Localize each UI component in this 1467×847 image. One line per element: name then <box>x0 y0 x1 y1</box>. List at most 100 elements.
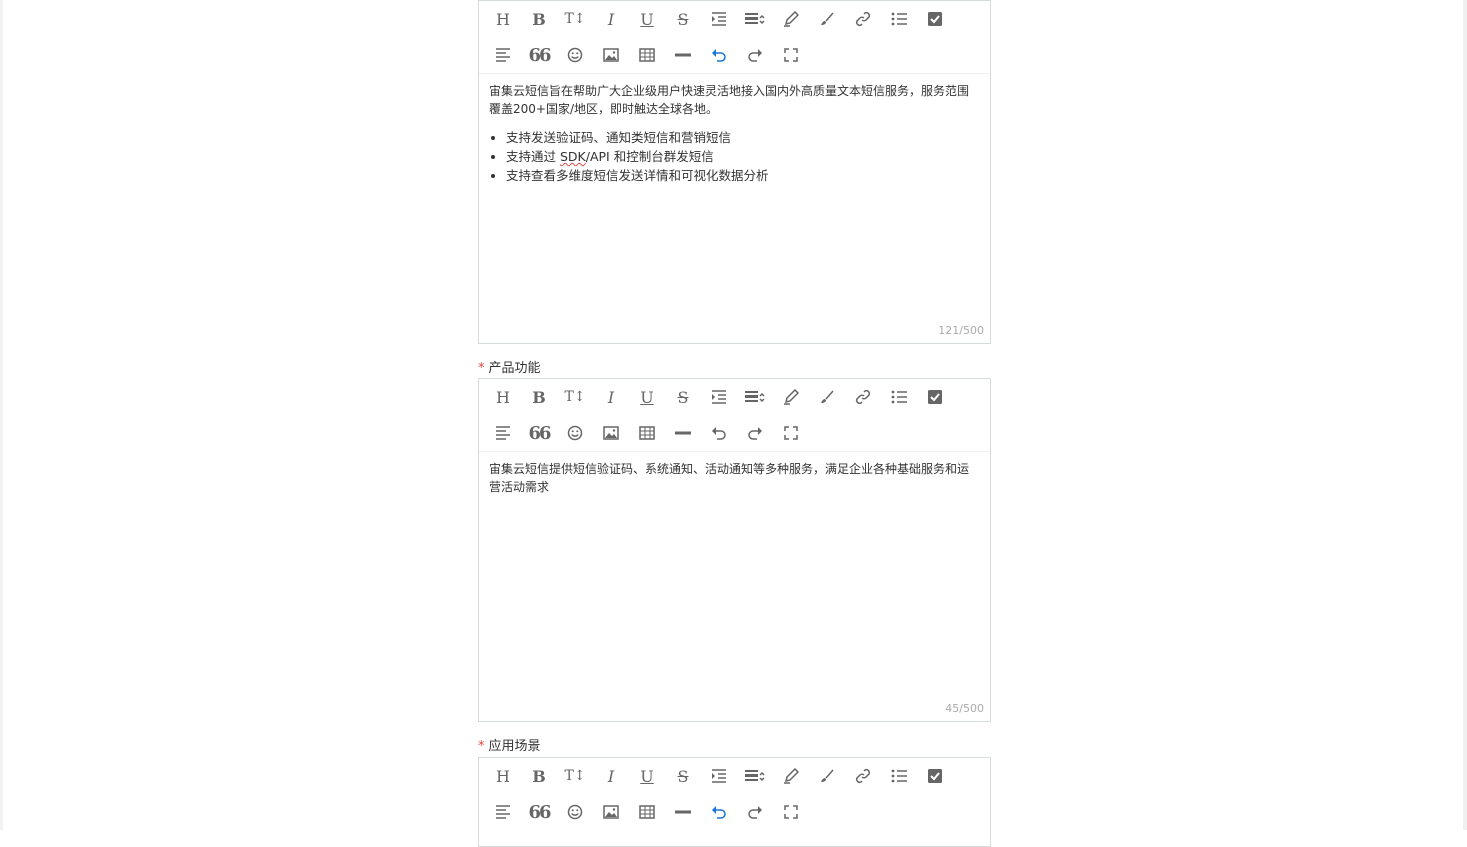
divider-button[interactable] <box>665 794 701 830</box>
strikethrough-button[interactable]: S <box>665 758 701 794</box>
fullscreen-button[interactable] <box>773 794 809 830</box>
font-size-button[interactable]: T↕ <box>557 758 593 794</box>
bold-button[interactable]: B <box>521 758 557 794</box>
indent-icon <box>711 12 727 26</box>
image-button[interactable] <box>593 37 629 73</box>
undo-button[interactable] <box>701 794 737 830</box>
italic-button[interactable]: I <box>593 379 629 415</box>
divider-button[interactable] <box>665 37 701 73</box>
brush-button[interactable] <box>809 1 845 37</box>
divider-icon <box>675 431 691 435</box>
emoji-button[interactable] <box>557 37 593 73</box>
image-icon <box>603 805 619 819</box>
image-button[interactable] <box>593 415 629 451</box>
table-button[interactable] <box>629 794 665 830</box>
link-button[interactable] <box>845 758 881 794</box>
checkbox-icon <box>927 768 943 784</box>
table-button[interactable] <box>629 415 665 451</box>
quote-button[interactable]: 66 <box>521 37 557 73</box>
editor-toolbar: H B T↕ I U S 66 <box>479 379 990 451</box>
align-button[interactable] <box>485 794 521 830</box>
quote-button[interactable]: 66 <box>521 415 557 451</box>
line-height-icon <box>745 770 765 782</box>
bullet-list: 支持发送验证码、通知类短信和营销短信 支持通过 SDK/API 和控制台群发短信… <box>489 128 980 185</box>
list-button[interactable] <box>881 379 917 415</box>
toolbar-row: 66 <box>485 37 809 73</box>
list-button[interactable] <box>881 758 917 794</box>
redo-icon <box>747 48 763 62</box>
fullscreen-icon <box>784 48 798 62</box>
editor-content[interactable]: 宙集云短信提供短信验证码、系统通知、活动通知等多种服务，满足企业各种基础服务和运… <box>479 451 990 723</box>
fullscreen-icon <box>784 805 798 819</box>
editor-content[interactable]: 宙集云短信旨在帮助广大企业级用户快速灵活地接入国内外高质量文本短信服务，服务范围… <box>479 73 990 345</box>
line-height-button[interactable] <box>737 379 773 415</box>
pen-color-button[interactable] <box>773 758 809 794</box>
checkbox-button[interactable] <box>917 758 953 794</box>
fullscreen-button[interactable] <box>773 37 809 73</box>
right-scrollbar-track[interactable] <box>1463 0 1467 830</box>
indent-button[interactable] <box>701 1 737 37</box>
divider-icon <box>675 53 691 57</box>
redo-button[interactable] <box>737 37 773 73</box>
undo-button[interactable] <box>701 37 737 73</box>
brush-button[interactable] <box>809 379 845 415</box>
emoji-icon <box>567 425 583 441</box>
list-icon <box>891 390 907 404</box>
strikethrough-button[interactable]: S <box>665 1 701 37</box>
quote-button[interactable]: 66 <box>521 794 557 830</box>
line-height-button[interactable] <box>737 758 773 794</box>
line-height-button[interactable] <box>737 1 773 37</box>
list-item: 支持查看多维度短信发送详情和可视化数据分析 <box>506 166 980 185</box>
underline-button[interactable]: U <box>629 758 665 794</box>
quote-icon: 66 <box>528 801 551 823</box>
brush-button[interactable] <box>809 758 845 794</box>
rich-text-editor-description[interactable]: H B T↕ I U S 66 宙集云短信旨在帮助广大企业级用户快速灵活地接入国内外高质量文… <box>478 0 991 344</box>
emoji-button[interactable] <box>557 415 593 451</box>
quote-icon: 66 <box>528 422 551 444</box>
bold-button[interactable]: B <box>521 1 557 37</box>
list-button[interactable] <box>881 1 917 37</box>
pen-color-button[interactable] <box>773 379 809 415</box>
underline-button[interactable]: U <box>629 1 665 37</box>
undo-icon <box>711 48 727 62</box>
strikethrough-button[interactable]: S <box>665 379 701 415</box>
heading-button[interactable]: H <box>485 379 521 415</box>
brush-icon <box>819 768 835 784</box>
font-size-icon: T↕ <box>564 768 586 784</box>
indent-button[interactable] <box>701 758 737 794</box>
link-button[interactable] <box>845 1 881 37</box>
align-icon <box>495 805 511 819</box>
image-icon <box>603 426 619 440</box>
redo-button[interactable] <box>737 415 773 451</box>
indent-icon <box>711 390 727 404</box>
table-button[interactable] <box>629 37 665 73</box>
link-button[interactable] <box>845 379 881 415</box>
align-button[interactable] <box>485 37 521 73</box>
italic-button[interactable]: I <box>593 758 629 794</box>
heading-button[interactable]: H <box>485 1 521 37</box>
font-size-button[interactable]: T↕ <box>557 1 593 37</box>
divider-button[interactable] <box>665 415 701 451</box>
emoji-button[interactable] <box>557 794 593 830</box>
image-icon <box>603 48 619 62</box>
undo-button[interactable] <box>701 415 737 451</box>
font-size-button[interactable]: T↕ <box>557 379 593 415</box>
pen-color-button[interactable] <box>773 1 809 37</box>
underline-button[interactable]: U <box>629 379 665 415</box>
link-icon <box>855 11 871 27</box>
bold-button[interactable]: B <box>521 379 557 415</box>
editor-toolbar: H B T↕ I U S 66 <box>479 758 990 830</box>
checkbox-button[interactable] <box>917 1 953 37</box>
required-asterisk: * <box>478 739 485 754</box>
redo-button[interactable] <box>737 794 773 830</box>
italic-button[interactable]: I <box>593 1 629 37</box>
line-height-icon <box>745 13 765 25</box>
checkbox-button[interactable] <box>917 379 953 415</box>
align-button[interactable] <box>485 415 521 451</box>
rich-text-editor-use-cases[interactable]: H B T↕ I U S 66 <box>478 757 991 847</box>
fullscreen-button[interactable] <box>773 415 809 451</box>
image-button[interactable] <box>593 794 629 830</box>
rich-text-editor-product-features[interactable]: H B T↕ I U S 66 宙集云短信提供短信验证码、系统通知、活动通知等多种服务，满足… <box>478 378 991 722</box>
heading-button[interactable]: H <box>485 758 521 794</box>
indent-button[interactable] <box>701 379 737 415</box>
